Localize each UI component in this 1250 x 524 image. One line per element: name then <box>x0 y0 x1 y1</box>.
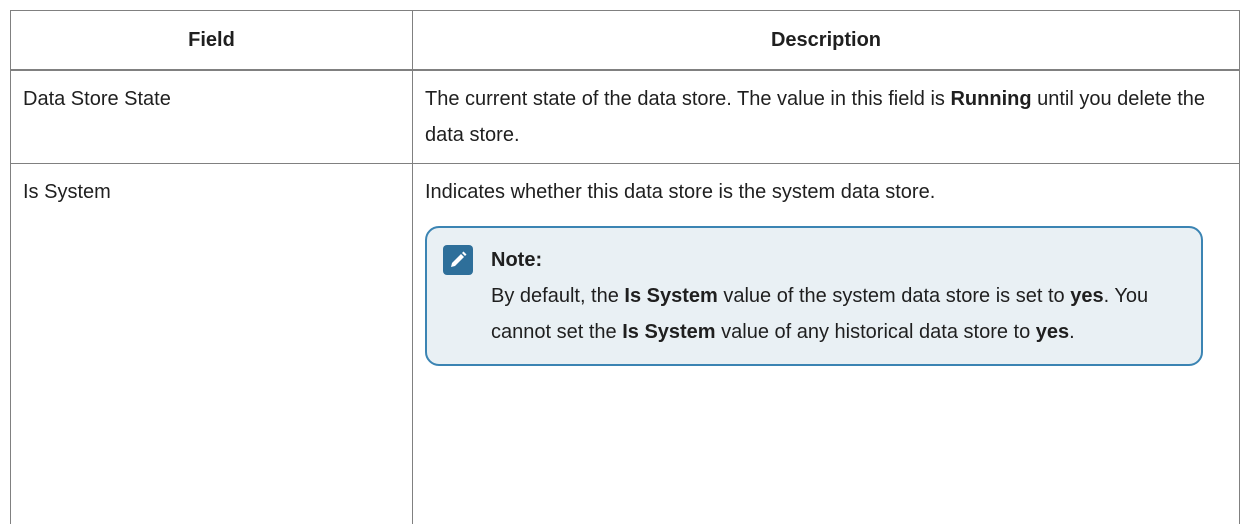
table-header-row: Field Description <box>11 11 1240 71</box>
note-callout: Note: By default, the Is System value of… <box>425 226 1203 366</box>
description-text: Indicates whether this data store is the… <box>425 174 1227 210</box>
note-title: Note: <box>491 242 542 278</box>
header-field: Field <box>11 11 413 71</box>
pencil-note-icon <box>443 245 473 275</box>
description-cell-data-store-state: The current state of the data store. The… <box>413 70 1240 164</box>
note-text-part: value of the system data store is set to <box>718 285 1070 307</box>
note-text-part: value of any historical data store to <box>716 321 1036 343</box>
description-cell-is-system: Indicates whether this data store is the… <box>413 164 1240 524</box>
header-description: Description <box>413 11 1240 71</box>
note-text-part: . <box>1069 321 1075 343</box>
description-bold-running: Running <box>950 88 1031 110</box>
note-bold-yes: yes <box>1070 285 1103 307</box>
fields-table: Field Description Data Store State The c… <box>10 10 1240 524</box>
field-cell-data-store-state: Data Store State <box>11 70 413 164</box>
note-bold-is-system: Is System <box>624 285 717 307</box>
note-bold-is-system: Is System <box>622 321 715 343</box>
field-cell-is-system: Is System <box>11 164 413 524</box>
note-header: Note: <box>443 242 1183 278</box>
table-row: Data Store State The current state of th… <box>11 70 1240 164</box>
table-row: Is System Indicates whether this data st… <box>11 164 1240 524</box>
note-body: By default, the Is System value of the s… <box>491 278 1183 350</box>
description-text-part: The current state of the data store. The… <box>425 88 950 110</box>
description-text: The current state of the data store. The… <box>425 81 1227 153</box>
note-text-part: By default, the <box>491 285 624 307</box>
note-bold-yes: yes <box>1036 321 1069 343</box>
